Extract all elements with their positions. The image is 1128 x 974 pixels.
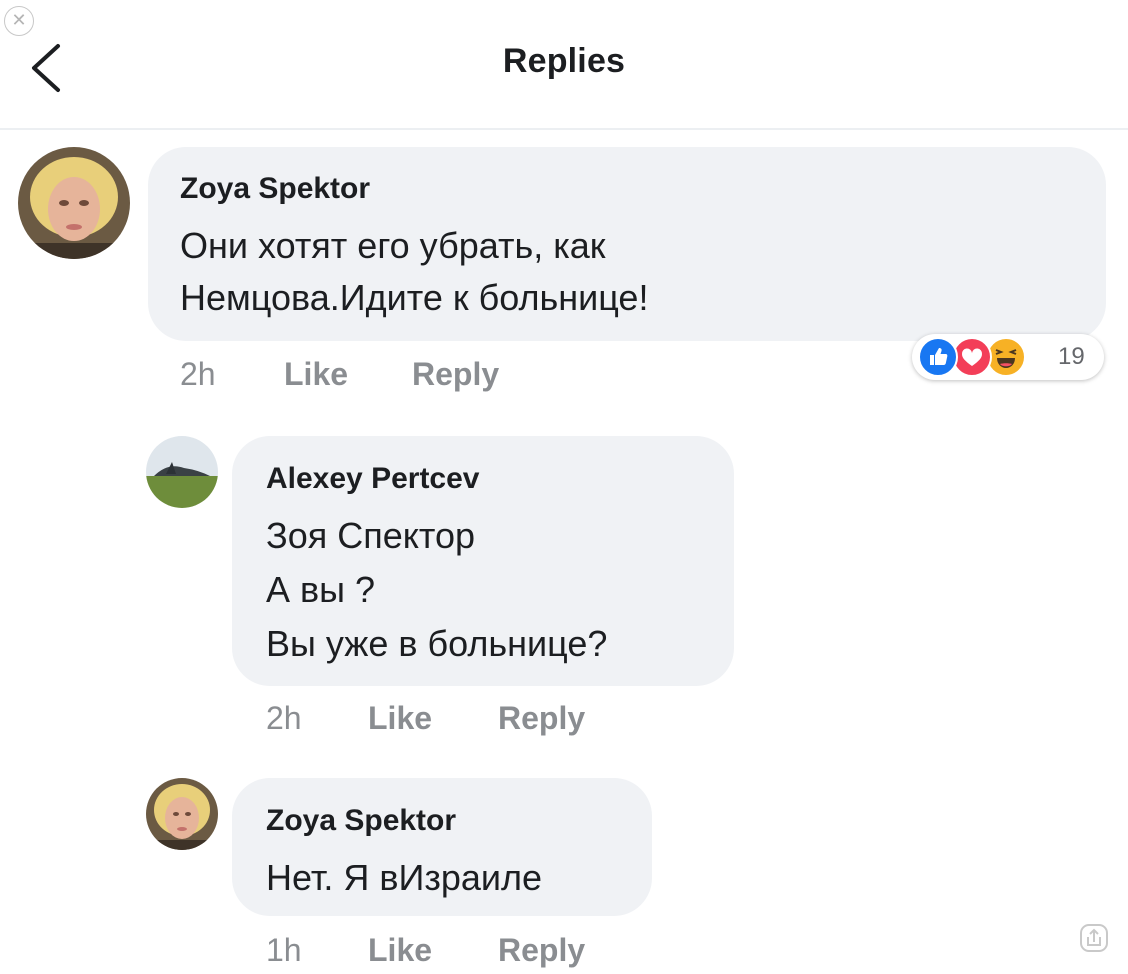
love-reaction-icon: [952, 337, 992, 377]
avatar[interactable]: [18, 147, 130, 259]
comment-text-line: Вы уже в больнице?: [266, 623, 608, 664]
avatar[interactable]: [146, 436, 218, 508]
comment-time: 1h: [266, 932, 302, 968]
like-button[interactable]: Like: [368, 700, 432, 737]
comment-author[interactable]: Zoya Spektor: [266, 804, 456, 838]
like-button[interactable]: Like: [284, 356, 348, 393]
like-reaction-icon: [918, 337, 958, 377]
reply-button[interactable]: Reply: [498, 932, 585, 969]
header: Replies: [0, 0, 1128, 130]
comment-time: 2h: [266, 700, 302, 736]
page-title: Replies: [502, 42, 626, 80]
reply-button[interactable]: Reply: [412, 356, 499, 393]
reaction-count: 19: [1058, 343, 1085, 370]
comment-text-line: Зоя Спектор: [266, 515, 476, 556]
comment-text-line: Нет. Я вИзраиле: [266, 857, 543, 898]
comment-author[interactable]: Alexey Pertcev: [266, 462, 480, 496]
reactions-summary[interactable]: 19: [912, 334, 1104, 380]
avatar[interactable]: [146, 778, 218, 850]
haha-reaction-icon: [986, 337, 1026, 377]
share-icon[interactable]: [1078, 922, 1110, 954]
comment-author[interactable]: Zoya Spektor: [180, 172, 370, 206]
like-button[interactable]: Like: [368, 932, 432, 969]
comment-time: 2h: [180, 356, 216, 392]
comment-text-line: Немцова.Идите к больнице!: [180, 277, 649, 318]
reply-button[interactable]: Reply: [498, 700, 585, 737]
comment-text-line: Они хотят его убрать, как: [180, 225, 606, 266]
comment-text-line: А вы ?: [266, 569, 376, 610]
